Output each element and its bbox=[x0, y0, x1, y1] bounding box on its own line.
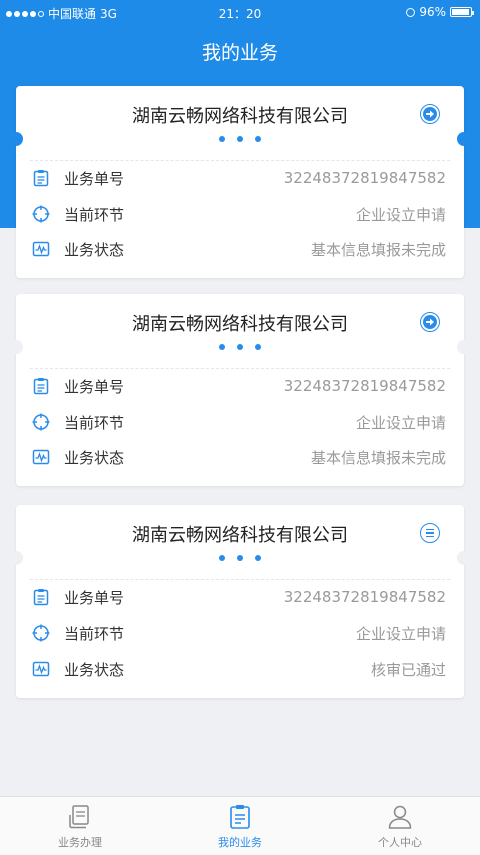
company-name: 湖南云畅网络科技有限公司 bbox=[132, 314, 348, 335]
order-number-row: 业务单号 32248372819847582 bbox=[32, 584, 446, 610]
page-title: 我的业务 bbox=[201, 42, 278, 64]
row-value: 企业设立申请 bbox=[355, 413, 446, 432]
pulse-chart-icon bbox=[32, 449, 50, 465]
pagination-dots bbox=[16, 136, 464, 142]
pagination-dots bbox=[16, 344, 464, 350]
business-status-row: 业务状态 基本信息填报未完成 bbox=[32, 236, 446, 262]
business-card[interactable]: 湖南云畅网络科技有限公司 业务单号 32248372819847582 当前环节… bbox=[9, 294, 471, 486]
row-label: 当前环节 bbox=[64, 205, 125, 224]
battery-icon bbox=[450, 7, 474, 17]
row-label: 当前环节 bbox=[64, 413, 125, 432]
business-card[interactable]: 湖南云畅网络科技有限公司 业务单号 32248372819847582 当前环节… bbox=[9, 86, 471, 278]
arrow-right-circle-icon[interactable] bbox=[420, 312, 440, 332]
row-label: 业务状态 bbox=[64, 660, 125, 679]
target-icon bbox=[32, 624, 50, 642]
clipboard-icon bbox=[33, 378, 49, 395]
business-card[interactable]: 湖南云畅网络科技有限公司 业务单号 32248372819847582 当前环节… bbox=[9, 505, 471, 698]
document-stack-icon bbox=[69, 804, 89, 828]
rotation-lock-icon bbox=[406, 7, 416, 17]
tab-personal-center[interactable]: 个人中心 bbox=[320, 797, 480, 855]
pulse-chart-icon bbox=[32, 661, 50, 677]
card-divider bbox=[30, 160, 450, 161]
arrow-right-circle-icon[interactable] bbox=[420, 104, 440, 124]
row-value: 企业设立申请 bbox=[355, 205, 446, 224]
tab-label: 我的业务 bbox=[218, 835, 262, 849]
current-step-row: 当前环节 企业设立申请 bbox=[32, 620, 446, 646]
row-value: 基本信息填报未完成 bbox=[310, 240, 446, 259]
card-divider bbox=[30, 579, 450, 580]
battery-percent: 96% bbox=[419, 5, 446, 19]
row-label: 业务单号 bbox=[64, 377, 125, 396]
row-label: 业务单号 bbox=[64, 588, 125, 607]
clipboard-list-icon bbox=[230, 804, 250, 829]
row-label: 业务状态 bbox=[64, 448, 125, 467]
status-bar: 中国联通 3G 21：20 96% bbox=[0, 0, 480, 24]
status-right: 96% bbox=[406, 5, 474, 19]
company-name: 湖南云畅网络科技有限公司 bbox=[132, 106, 348, 127]
card-divider bbox=[30, 368, 450, 369]
order-number-row: 业务单号 32248372819847582 bbox=[32, 165, 446, 191]
person-icon bbox=[388, 805, 412, 829]
pagination-dots bbox=[16, 555, 464, 561]
row-label: 业务单号 bbox=[64, 169, 125, 188]
row-value: 32248372819847582 bbox=[283, 169, 446, 187]
tab-my-business[interactable]: 我的业务 bbox=[160, 797, 320, 855]
row-value: 32248372819847582 bbox=[283, 377, 446, 395]
current-step-row: 当前环节 企业设立申请 bbox=[32, 409, 446, 435]
current-step-row: 当前环节 企业设立申请 bbox=[32, 201, 446, 227]
business-status-row: 业务状态 核审已通过 bbox=[32, 656, 446, 682]
clipboard-icon bbox=[33, 170, 49, 187]
company-name: 湖南云畅网络科技有限公司 bbox=[132, 525, 348, 546]
tab-business-handling[interactable]: 业务办理 bbox=[0, 797, 160, 855]
row-value: 企业设立申请 bbox=[355, 624, 446, 643]
row-value: 核审已通过 bbox=[370, 660, 446, 679]
list-circle-icon[interactable] bbox=[420, 523, 440, 543]
tab-bar: 业务办理 我的业务 个人中心 bbox=[0, 796, 480, 855]
pulse-chart-icon bbox=[32, 241, 50, 257]
row-value: 基本信息填报未完成 bbox=[310, 448, 446, 467]
tab-label: 业务办理 bbox=[58, 835, 102, 849]
row-value: 32248372819847582 bbox=[283, 588, 446, 606]
target-icon bbox=[32, 205, 50, 223]
tab-label: 个人中心 bbox=[378, 835, 422, 849]
business-status-row: 业务状态 基本信息填报未完成 bbox=[32, 444, 446, 470]
row-label: 当前环节 bbox=[64, 624, 125, 643]
clipboard-icon bbox=[33, 589, 49, 606]
target-icon bbox=[32, 413, 50, 431]
order-number-row: 业务单号 32248372819847582 bbox=[32, 373, 446, 399]
row-label: 业务状态 bbox=[64, 240, 125, 259]
